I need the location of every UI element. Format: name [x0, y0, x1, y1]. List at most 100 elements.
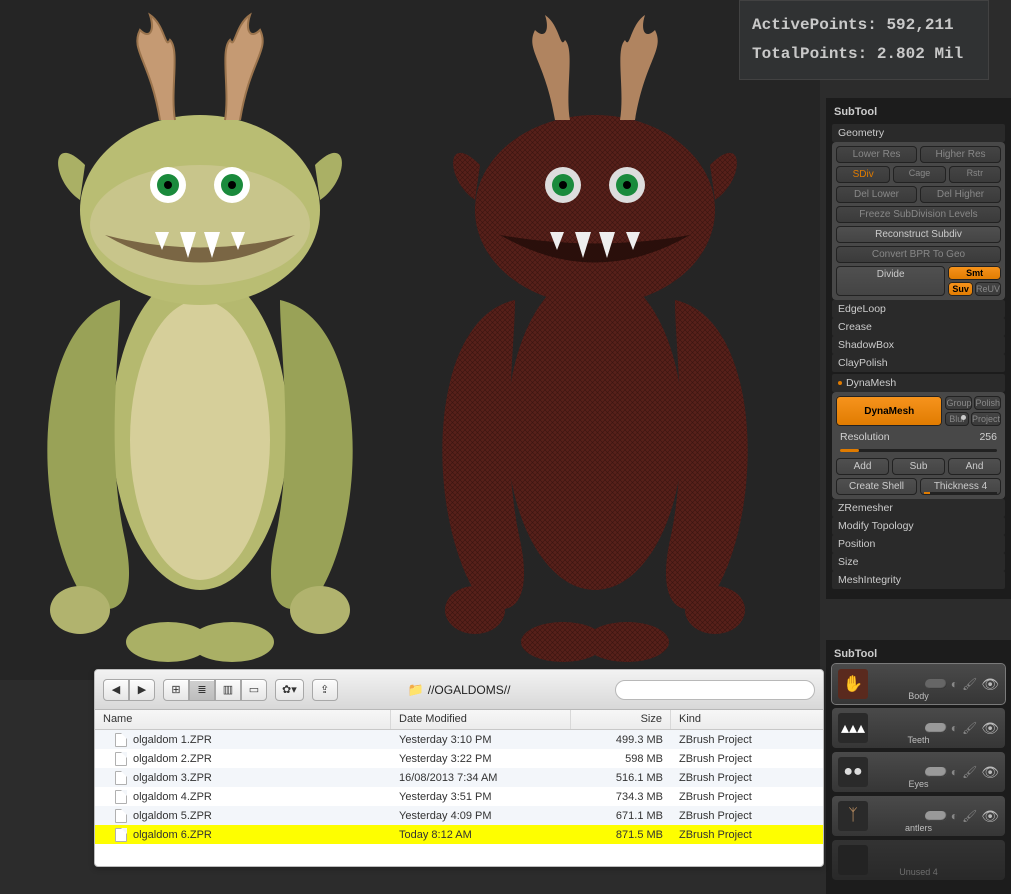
polish-button[interactable]: Polish: [974, 396, 1001, 410]
edgeloop-section[interactable]: EdgeLoop: [832, 300, 1005, 318]
subtool-item-eyes[interactable]: ●● ◐ 🖌 👁 Eyes: [832, 752, 1005, 792]
dynamesh-button[interactable]: DynaMesh: [836, 396, 942, 426]
brush-icon[interactable]: 🖌: [962, 677, 977, 691]
group-button[interactable]: Group: [945, 396, 972, 410]
brush-icon[interactable]: ◐: [951, 765, 958, 779]
smt-button[interactable]: Smt: [948, 266, 1001, 280]
claypolish-section[interactable]: ClayPolish: [832, 354, 1005, 372]
suv-button[interactable]: Suv: [948, 282, 973, 296]
file-row[interactable]: olgaldom 3.ZPR16/08/2013 7:34 AM516.1 MB…: [95, 768, 823, 787]
brush-icon[interactable]: ◐: [951, 721, 958, 735]
file-date: Yesterday 4:09 PM: [391, 810, 571, 822]
column-size[interactable]: Size: [571, 710, 671, 729]
finder-columns: Name Date Modified Size Kind: [95, 710, 823, 730]
blur-slider[interactable]: Blur: [945, 412, 969, 426]
file-date: Today 8:12 AM: [391, 829, 571, 841]
file-size: 598 MB: [571, 753, 671, 765]
eye-icon[interactable]: 👁: [981, 808, 999, 825]
rstr-button[interactable]: Rstr: [949, 166, 1001, 183]
subtool-title[interactable]: SubTool: [832, 102, 1005, 122]
crease-section[interactable]: Crease: [832, 318, 1005, 336]
file-name: olgaldom 4.ZPR: [133, 791, 212, 803]
document-icon: [115, 771, 127, 785]
column-date[interactable]: Date Modified: [391, 710, 571, 729]
sub-button[interactable]: Sub: [892, 458, 945, 475]
reconstruct-subdiv-button[interactable]: Reconstruct Subdiv: [836, 226, 1001, 243]
meshintegrity-section[interactable]: MeshIntegrity: [832, 571, 1005, 589]
project-button[interactable]: Project: [971, 412, 1001, 426]
forward-button[interactable]: ▶: [129, 679, 155, 701]
file-row[interactable]: olgaldom 5.ZPRYesterday 4:09 PM671.1 MBZ…: [95, 806, 823, 825]
back-button[interactable]: ◀: [103, 679, 129, 701]
freeze-subdiv-button[interactable]: Freeze SubDivision Levels: [836, 206, 1001, 223]
finder-window: ◀ ▶ ⊞ ≣ ▥ ▭ ✿▾ ⇪ 📁 //OGALDOMS// 🔍 Name D…: [94, 669, 824, 867]
toggle-icon[interactable]: [925, 679, 947, 689]
file-row[interactable]: olgaldom 6.ZPRToday 8:12 AM871.5 MBZBrus…: [95, 825, 823, 844]
brush-icon[interactable]: 🖌: [962, 809, 977, 823]
brush-icon[interactable]: ◐: [951, 677, 958, 691]
active-points-label: ActivePoints:: [752, 16, 877, 34]
toggle-icon[interactable]: [925, 723, 947, 733]
eye-icon[interactable]: 👁: [981, 676, 999, 693]
subtool-stack-title[interactable]: SubTool: [832, 644, 1005, 664]
column-kind[interactable]: Kind: [671, 710, 823, 729]
path-text: //OGALDOMS//: [428, 683, 511, 697]
file-size: 734.3 MB: [571, 791, 671, 803]
brush-icon[interactable]: 🖌: [962, 765, 977, 779]
dynamesh-header[interactable]: DynaMesh: [832, 374, 1005, 392]
cage-button[interactable]: Cage: [893, 166, 945, 183]
file-size: 499.3 MB: [571, 734, 671, 746]
search-input[interactable]: [615, 680, 815, 700]
viewport-3d[interactable]: [0, 0, 820, 680]
file-row[interactable]: olgaldom 4.ZPRYesterday 3:51 PM734.3 MBZ…: [95, 787, 823, 806]
geometry-header[interactable]: Geometry: [832, 124, 1005, 142]
column-view-button[interactable]: ▥: [215, 679, 241, 701]
size-section[interactable]: Size: [832, 553, 1005, 571]
file-row[interactable]: olgaldom 2.ZPRYesterday 3:22 PM598 MBZBr…: [95, 749, 823, 768]
icon-view-button[interactable]: ⊞: [163, 679, 189, 701]
file-row[interactable]: olgaldom 1.ZPRYesterday 3:10 PM499.3 MBZ…: [95, 730, 823, 749]
subtool-item-unused[interactable]: Unused 4: [832, 840, 1005, 880]
create-shell-button[interactable]: Create Shell: [836, 478, 917, 495]
file-kind: ZBrush Project: [671, 753, 823, 765]
action-button[interactable]: ✿▾: [275, 679, 304, 701]
folder-icon: 📁: [408, 682, 424, 698]
expanded-icon: [838, 381, 842, 385]
file-name: olgaldom 6.ZPR: [133, 829, 212, 841]
convert-bpr-button[interactable]: Convert BPR To Geo: [836, 246, 1001, 263]
brush-icon[interactable]: 🖌: [962, 721, 977, 735]
lower-res-button[interactable]: Lower Res: [836, 146, 917, 163]
subtool-item-teeth[interactable]: ▴▴▴ ◐ 🖌 👁 Teeth: [832, 708, 1005, 748]
subtool-item-body[interactable]: ✋ ◐ 🖌 👁 Body: [832, 664, 1005, 704]
subtool-item-antlers[interactable]: ᛉ ◐ 🖌 👁 antlers: [832, 796, 1005, 836]
dynamesh-section: DynaMesh Group Polish Blur Project Resol…: [832, 392, 1005, 499]
zremesher-section[interactable]: ZRemesher: [832, 499, 1005, 517]
add-button[interactable]: Add: [836, 458, 889, 475]
list-view-button[interactable]: ≣: [189, 679, 215, 701]
toggle-icon[interactable]: [925, 811, 947, 821]
eye-icon[interactable]: 👁: [981, 764, 999, 781]
position-section[interactable]: Position: [832, 535, 1005, 553]
file-name: olgaldom 3.ZPR: [133, 772, 212, 784]
shadowbox-section[interactable]: ShadowBox: [832, 336, 1005, 354]
del-lower-button[interactable]: Del Lower: [836, 186, 917, 203]
modify-topology-section[interactable]: Modify Topology: [832, 517, 1005, 535]
del-higher-button[interactable]: Del Higher: [920, 186, 1001, 203]
divide-button[interactable]: Divide: [836, 266, 945, 296]
file-name: olgaldom 2.ZPR: [133, 753, 212, 765]
reuv-button[interactable]: ReUV: [975, 282, 1001, 296]
and-button[interactable]: And: [948, 458, 1001, 475]
resolution-slider[interactable]: Resolution256: [836, 429, 1001, 445]
coverflow-view-button[interactable]: ▭: [241, 679, 267, 701]
share-button[interactable]: ⇪: [312, 679, 338, 701]
column-name[interactable]: Name: [95, 710, 391, 729]
higher-res-button[interactable]: Higher Res: [920, 146, 1001, 163]
file-size: 871.5 MB: [571, 829, 671, 841]
brush-icon[interactable]: ◐: [951, 809, 958, 823]
nav-group: ◀ ▶: [103, 679, 155, 701]
document-icon: [115, 828, 127, 842]
eye-icon[interactable]: 👁: [981, 720, 999, 737]
sdiv-slider[interactable]: SDiv: [836, 166, 890, 183]
thickness-slider[interactable]: Thickness 4: [920, 478, 1001, 495]
toggle-icon[interactable]: [925, 767, 947, 777]
